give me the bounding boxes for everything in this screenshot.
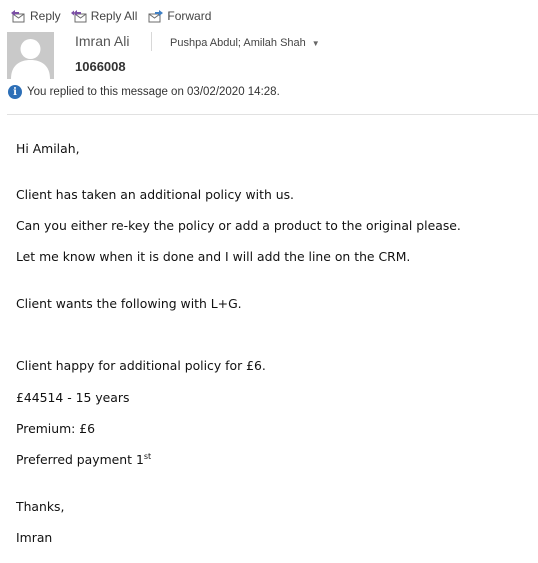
sender-name[interactable]: Imran Ali: [75, 33, 129, 49]
person-icon: [11, 39, 50, 79]
message-toolbar: Reply Reply All Forward: [10, 6, 221, 26]
body-line: Premium: £6: [16, 421, 96, 436]
forward-icon: [148, 9, 164, 22]
reply-all-label: Reply All: [90, 9, 138, 23]
body-line: Preferred payment 1st: [16, 452, 151, 467]
recipients-field[interactable]: Pushpa Abdul; Amilah Shah ▼: [170, 37, 320, 49]
forward-button[interactable]: Forward: [147, 8, 211, 25]
header-separator: [7, 114, 538, 115]
body-signature: Imran: [16, 530, 53, 545]
reply-icon: [11, 9, 25, 22]
sender-avatar[interactable]: [7, 32, 54, 79]
info-icon: i: [8, 85, 22, 99]
header-divider: [151, 32, 152, 51]
reply-button[interactable]: Reply: [10, 8, 61, 25]
body-greeting: Hi Amilah,: [16, 141, 80, 156]
ordinal-suffix: st: [143, 452, 152, 461]
forward-label: Forward: [167, 9, 212, 23]
body-line: Let me know when it is done and I will a…: [16, 249, 411, 264]
info-bar: i You replied to this message on 03/02/2…: [8, 85, 280, 99]
body-line: Client happy for additional policy for £…: [16, 358, 266, 373]
reply-label: Reply: [30, 9, 61, 23]
body-line: Client has taken an additional policy wi…: [16, 187, 294, 202]
reply-all-icon: [70, 9, 87, 22]
body-line: Client wants the following with L+G.: [16, 296, 242, 311]
recipients-list: Pushpa Abdul; Amilah Shah: [170, 37, 306, 49]
info-text: You replied to this message on 03/02/202…: [27, 86, 280, 98]
reply-all-button[interactable]: Reply All: [70, 8, 138, 25]
body-line: Can you either re-key the policy or add …: [16, 218, 461, 233]
body-line-text: Preferred payment 1: [16, 452, 144, 468]
body-signoff: Thanks,: [16, 499, 65, 514]
chevron-down-icon[interactable]: ▼: [312, 39, 320, 48]
message-subject: 1066008: [75, 59, 126, 74]
body-line: £44514 - 15 years: [16, 390, 130, 405]
